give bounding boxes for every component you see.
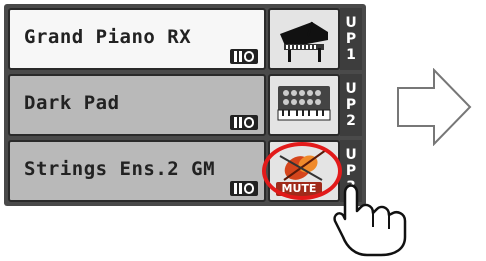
pointing-hand-icon: [333, 184, 407, 257]
sound-name: Dark Pad: [24, 92, 120, 114]
sound-name: Grand Piano RX: [24, 26, 192, 48]
octave-zero-icon: [230, 115, 258, 130]
sound-name-area-upper3[interactable]: Strings Ens.2 GM: [8, 140, 266, 202]
part-label-up2: UP2: [340, 74, 362, 136]
sound-icon-upper2[interactable]: [268, 74, 340, 136]
sound-name: Strings Ens.2 GM: [24, 158, 216, 180]
grand-piano-icon: [280, 21, 328, 62]
part-row-upper1: Grand Piano RX UP1: [8, 8, 362, 70]
part-row-upper2: Dark Pad U P 2: [8, 74, 362, 136]
octave-zero-icon: [230, 181, 258, 196]
sound-icon-upper1[interactable]: [268, 8, 340, 70]
right-arrow-icon: [397, 68, 472, 146]
sound-name-area-upper2[interactable]: Dark Pad: [8, 74, 266, 136]
octave-zero-icon: [230, 49, 258, 64]
keyboard-pad-icon: [277, 86, 331, 121]
part-label-up1: UP1: [340, 8, 362, 70]
sound-name-area-upper1[interactable]: Grand Piano RX: [8, 8, 266, 70]
